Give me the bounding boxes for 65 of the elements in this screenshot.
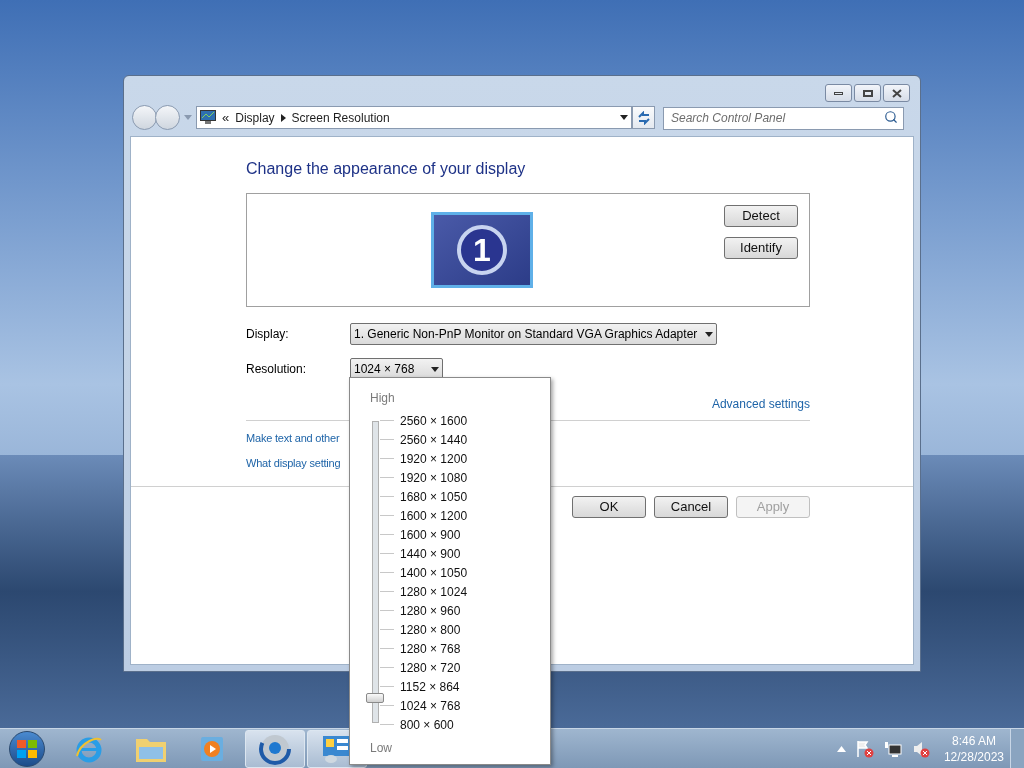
help-link[interactable]: Make text and other	[246, 430, 340, 447]
refresh-icon	[636, 110, 651, 125]
field-label: Resolution:	[246, 361, 308, 378]
resolution-option[interactable]: 1600 × 900	[400, 525, 461, 544]
resolution-option[interactable]: 1152 × 864	[400, 677, 460, 696]
slider-thumb[interactable]	[366, 693, 384, 703]
high-label: High	[370, 390, 395, 407]
resolution-option[interactable]: 1920 × 1080	[400, 468, 468, 487]
dropdown-caret-icon[interactable]	[620, 115, 628, 120]
back-button[interactable]	[132, 105, 157, 130]
resolution-option[interactable]: 1400 × 1050	[400, 563, 468, 582]
round-browser-icon	[259, 732, 291, 765]
resolution-option[interactable]: 1024 × 768	[400, 696, 461, 715]
display-dropdown[interactable]: 1. Generic Non-PnP Monitor on Standard VGA Graphics Adapter	[350, 323, 718, 345]
windows-logo-icon	[17, 739, 37, 758]
resolution-option[interactable]: 800 × 600	[400, 715, 454, 734]
resolution-option[interactable]: 2560 × 1600	[400, 411, 468, 430]
minimize-icon	[834, 91, 843, 95]
help-link[interactable]: What display setting	[246, 454, 341, 471]
resolution-option[interactable]: 1280 × 720	[400, 658, 461, 677]
dialog-button[interactable]: Cancel	[654, 496, 728, 518]
monitor-icon	[200, 110, 216, 125]
resolution-option[interactable]: 1280 × 960	[400, 601, 461, 620]
maximize-icon	[862, 89, 873, 97]
resolution-option[interactable]: 1280 × 1024	[400, 582, 468, 601]
preview-button[interactable]: Identify	[724, 237, 798, 259]
page-heading: Change the appearance of your display	[246, 159, 527, 179]
media-player-icon	[200, 734, 226, 763]
breadcrumb-item[interactable]: Display	[235, 108, 275, 127]
field-label: Display:	[246, 326, 290, 343]
close-icon	[891, 88, 902, 98]
resolution-option[interactable]: 1280 × 800	[400, 620, 461, 639]
taskbar-button[interactable]	[245, 729, 305, 768]
resolution-dropdown[interactable]: 1024 × 768	[350, 358, 443, 380]
breadcrumb-overflow[interactable]: «	[222, 111, 230, 124]
minimize-button[interactable]	[825, 84, 852, 102]
show-hidden-icons-icon[interactable]	[836, 745, 846, 752]
search-field[interactable]: Search Control Panel	[663, 106, 904, 130]
resolution-option[interactable]: 2560 × 1440	[400, 430, 468, 449]
forward-button[interactable]	[155, 105, 180, 130]
caret-icon	[705, 331, 714, 337]
close-button[interactable]	[883, 84, 910, 102]
network-icon[interactable]	[883, 739, 902, 758]
breadcrumb-arrow-icon[interactable]	[280, 113, 286, 122]
address-bar[interactable]: « Display Screen Resolution	[196, 106, 632, 129]
resolution-option[interactable]: 1280 × 768	[400, 639, 461, 658]
resolution-option[interactable]: 1920 × 1200	[400, 449, 468, 468]
speaker-muted-icon[interactable]	[911, 739, 930, 758]
search-icon	[884, 110, 898, 125]
refresh-button[interactable]	[632, 106, 655, 129]
advanced-settings-link[interactable]: Advanced settings	[711, 395, 810, 413]
resolution-option[interactable]: 1600 × 1200	[400, 506, 468, 525]
monitor-thumbnail[interactable]: 1	[431, 212, 533, 288]
monitor-number: 1	[457, 225, 507, 275]
resolution-option[interactable]: 1440 × 900	[400, 544, 461, 563]
resolution-option[interactable]: 1680 × 1050	[400, 487, 468, 506]
slider-track[interactable]	[366, 421, 386, 723]
low-label: Low	[370, 740, 392, 757]
caret-icon	[431, 366, 439, 372]
breadcrumb-item[interactable]: Screen Resolution	[291, 108, 390, 127]
start-button[interactable]	[9, 730, 45, 767]
preview-button[interactable]: Detect	[724, 205, 798, 227]
dialog-button[interactable]: OK	[572, 496, 646, 518]
maximize-button[interactable]	[854, 84, 881, 102]
flag-error-icon[interactable]	[855, 739, 874, 758]
